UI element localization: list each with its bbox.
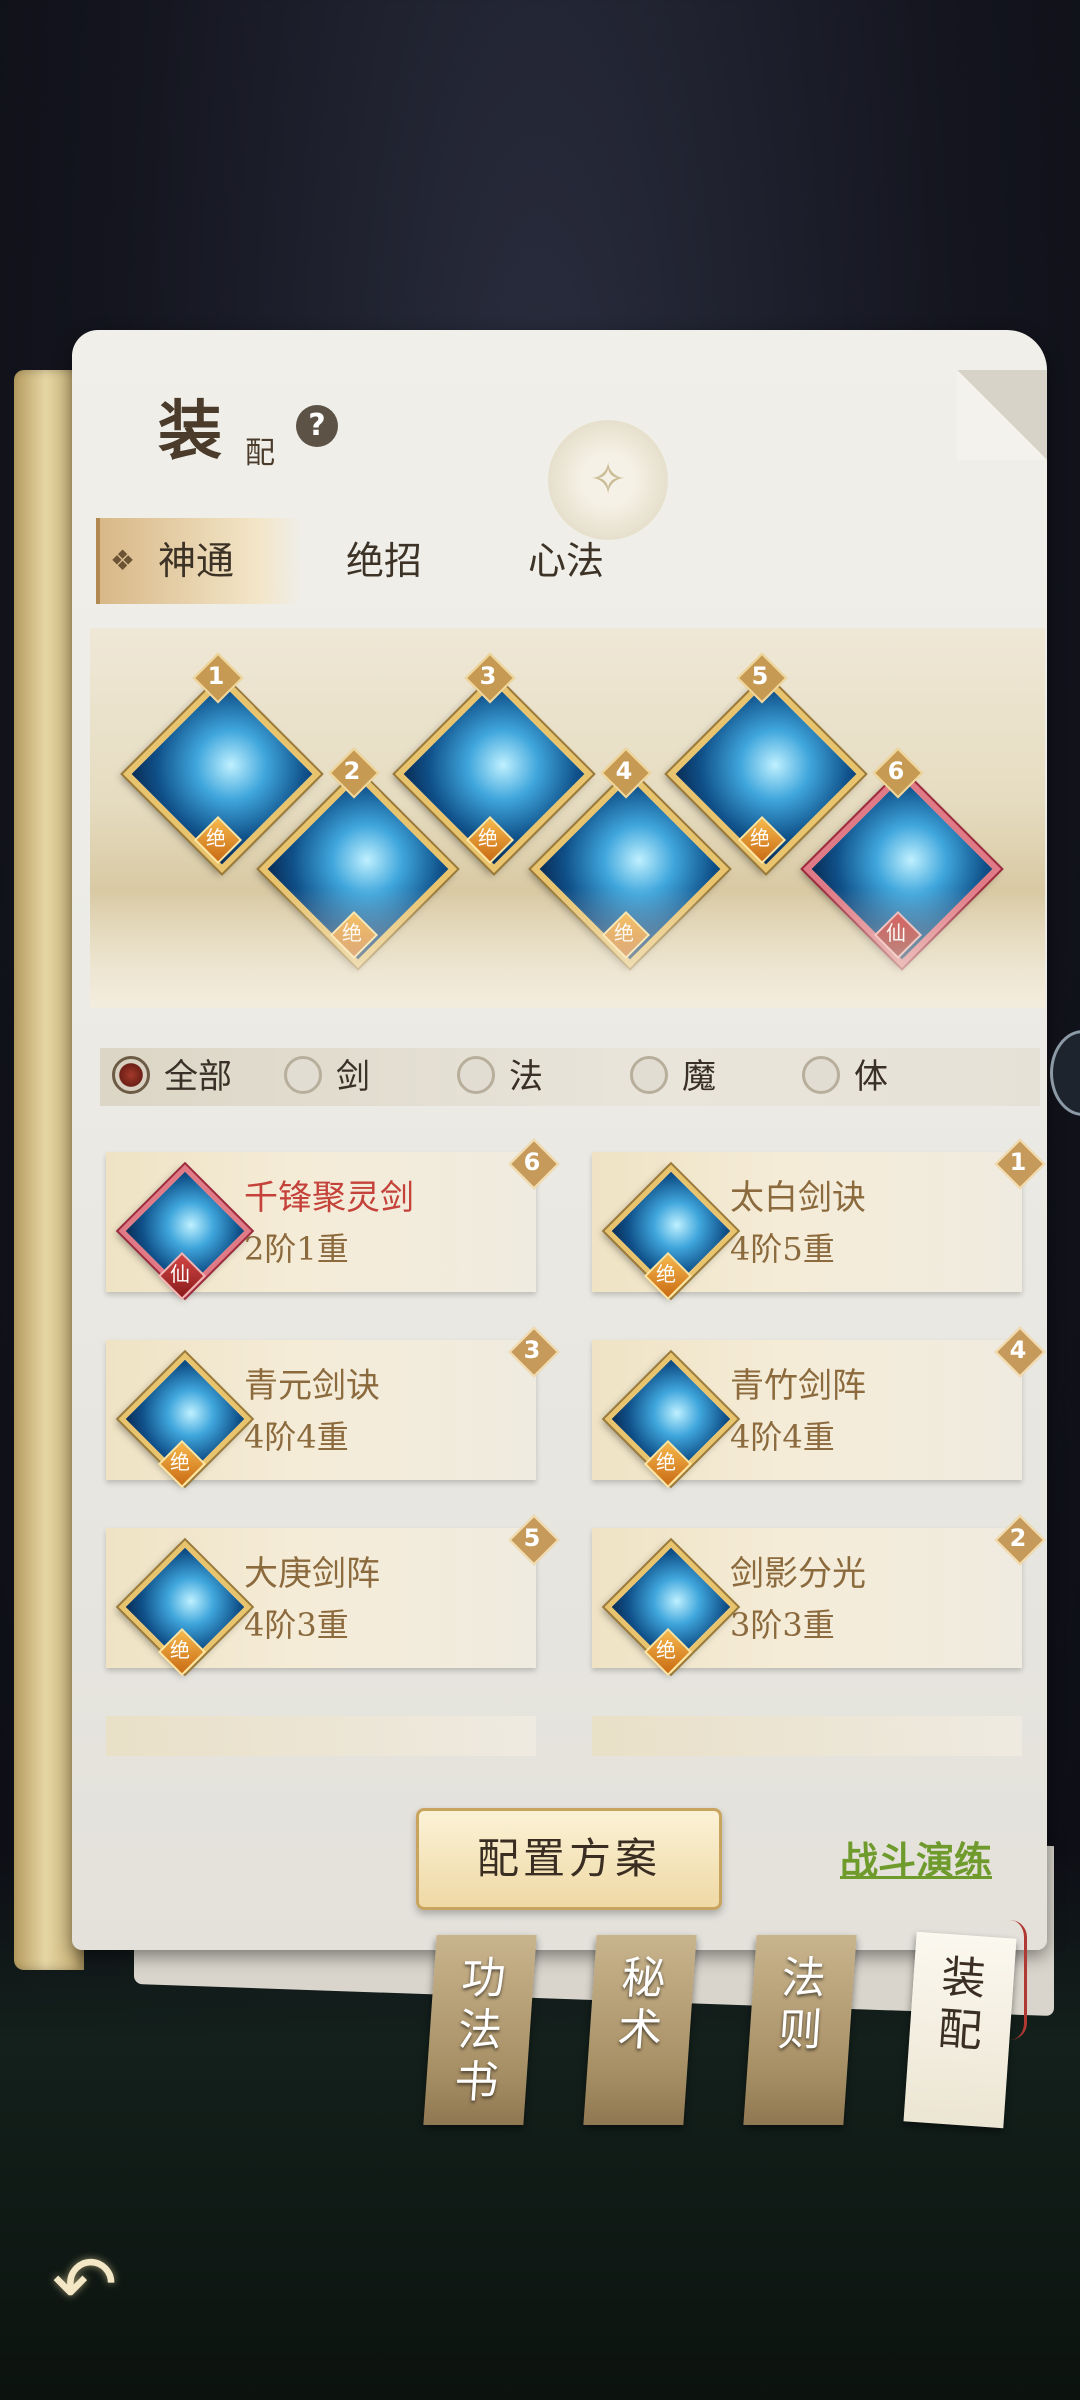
grade-badge: 绝 xyxy=(157,1439,207,1489)
slot-number-badge: 4 xyxy=(994,1326,1046,1378)
book-tab-zhuangpei[interactable]: 装配 xyxy=(903,1931,1017,2129)
filter-label: 魔 xyxy=(682,1057,716,1097)
slot-number-badge: 1 xyxy=(994,1138,1046,1190)
type-filter-bar: 全部 剑 法 魔 体 xyxy=(100,1048,1040,1106)
tab-juezhao[interactable]: 绝招 xyxy=(346,518,422,604)
slot-number-badge: 6 xyxy=(508,1138,560,1190)
filter-label: 剑 xyxy=(336,1057,370,1097)
battle-practice-link[interactable]: 战斗演练 xyxy=(840,1830,992,1885)
grade-badge: 仙 xyxy=(157,1251,207,1301)
book-tab-label: 功法书 xyxy=(452,1953,508,2108)
equipped-slots-panel: 1 绝 2 绝 3 绝 4 绝 5 绝 6 仙 xyxy=(90,628,1045,1008)
grade-badge: 仙 xyxy=(873,910,923,960)
filter-label: 法 xyxy=(509,1057,543,1097)
skill-level: 4阶4重 xyxy=(730,1418,835,1456)
book-tab-label: 秘术 xyxy=(616,1953,668,2056)
grade-badge: 绝 xyxy=(193,815,243,865)
config-plan-button[interactable]: 配置方案 xyxy=(416,1808,722,1910)
skill-card[interactable]: 绝 青元剑诀 4阶4重 3 xyxy=(106,1326,560,1489)
grade-badge: 绝 xyxy=(601,910,651,960)
skill-level: 2阶1重 xyxy=(244,1230,349,1268)
filter-label: 体 xyxy=(854,1057,888,1097)
skill-card[interactable]: 仙 千锋聚灵剑 2阶1重 6 xyxy=(106,1138,560,1301)
skill-name: 剑影分光 xyxy=(730,1554,866,1594)
page-corner xyxy=(957,370,1047,460)
equip-slot-6[interactable]: 6 仙 xyxy=(803,747,1001,968)
skill-card[interactable]: 绝 剑影分光 3阶3重 2 xyxy=(592,1514,1046,1677)
skill-level: 4阶4重 xyxy=(244,1418,349,1456)
slot-number-badge: 1 xyxy=(192,652,244,704)
skill-card-partial[interactable] xyxy=(592,1716,1022,1756)
skill-card-icon: 绝 xyxy=(118,1540,252,1677)
radio-icon xyxy=(630,1056,668,1094)
grade-badge: 绝 xyxy=(465,815,515,865)
tab-xinfa[interactable]: 心法 xyxy=(528,518,604,604)
book-tab-faze[interactable]: 法则 xyxy=(743,1935,857,2125)
grade-badge: 绝 xyxy=(643,1439,693,1489)
skill-name: 千锋聚灵剑 xyxy=(244,1178,414,1218)
book-tab-gongfashu[interactable]: 功法书 xyxy=(423,1935,537,2125)
skill-card-partial[interactable] xyxy=(106,1716,536,1756)
slot-number-badge: 5 xyxy=(508,1514,560,1566)
slot-number-badge: 3 xyxy=(508,1326,560,1378)
skill-card-icon: 绝 xyxy=(604,1164,738,1301)
slot-number-badge: 6 xyxy=(872,747,924,799)
skill-name: 大庚剑阵 xyxy=(244,1554,380,1594)
skill-card-icon: 绝 xyxy=(604,1540,738,1677)
radio-icon xyxy=(802,1056,840,1094)
book-tab-mishu[interactable]: 秘术 xyxy=(583,1935,697,2125)
slot-number-badge: 2 xyxy=(328,747,380,799)
skill-card-icon: 绝 xyxy=(118,1352,252,1489)
category-tabs: ❖ 神通 绝招 心法 xyxy=(96,518,656,604)
skill-name: 青竹剑阵 xyxy=(730,1366,866,1406)
tab-label: 心法 xyxy=(528,539,605,583)
page-title-big: 装 xyxy=(158,394,222,469)
radio-icon xyxy=(284,1056,322,1094)
skill-card[interactable]: 绝 青竹剑阵 4阶4重 4 xyxy=(592,1326,1046,1489)
skill-level: 4阶3重 xyxy=(244,1606,349,1644)
grade-badge: 绝 xyxy=(643,1251,693,1301)
tab-label: 神通 xyxy=(158,539,235,583)
page-title-small: 配 xyxy=(245,436,275,471)
back-icon[interactable]: ↶ xyxy=(52,2245,142,2325)
skill-card[interactable]: 绝 大庚剑阵 4阶3重 5 xyxy=(106,1514,560,1677)
help-icon[interactable]: ? xyxy=(296,405,338,447)
book-tab-label: 装配 xyxy=(936,1951,988,2058)
tag-string xyxy=(1010,1920,1027,2040)
skill-level: 4阶5重 xyxy=(730,1230,835,1268)
grade-badge: 绝 xyxy=(737,815,787,865)
slot-number-badge: 2 xyxy=(994,1514,1046,1566)
skill-name: 太白剑诀 xyxy=(730,1178,866,1218)
slot-number-badge: 3 xyxy=(464,652,516,704)
tab-shentong[interactable]: ❖ 神通 xyxy=(96,518,300,604)
skill-card[interactable]: 绝 太白剑诀 4阶5重 1 xyxy=(592,1138,1046,1301)
grade-badge: 绝 xyxy=(643,1627,693,1677)
radio-icon xyxy=(457,1056,495,1094)
skill-icon xyxy=(803,770,1001,968)
side-button-icon[interactable] xyxy=(1050,1030,1080,1116)
grade-badge: 绝 xyxy=(157,1627,207,1677)
book-tab-label: 法则 xyxy=(776,1953,828,2056)
slot-number-badge: 5 xyxy=(736,652,788,704)
filter-label: 全部 xyxy=(164,1057,232,1097)
skill-card-icon: 仙 xyxy=(118,1164,252,1301)
tab-label: 绝招 xyxy=(346,539,423,583)
slot-number-badge: 4 xyxy=(600,747,652,799)
grade-badge: 绝 xyxy=(329,910,379,960)
tab-marker-icon: ❖ xyxy=(110,544,136,577)
radio-icon xyxy=(112,1056,150,1094)
skill-card-icon: 绝 xyxy=(604,1352,738,1489)
skill-name: 青元剑诀 xyxy=(244,1366,380,1406)
skill-level: 3阶3重 xyxy=(730,1606,835,1644)
